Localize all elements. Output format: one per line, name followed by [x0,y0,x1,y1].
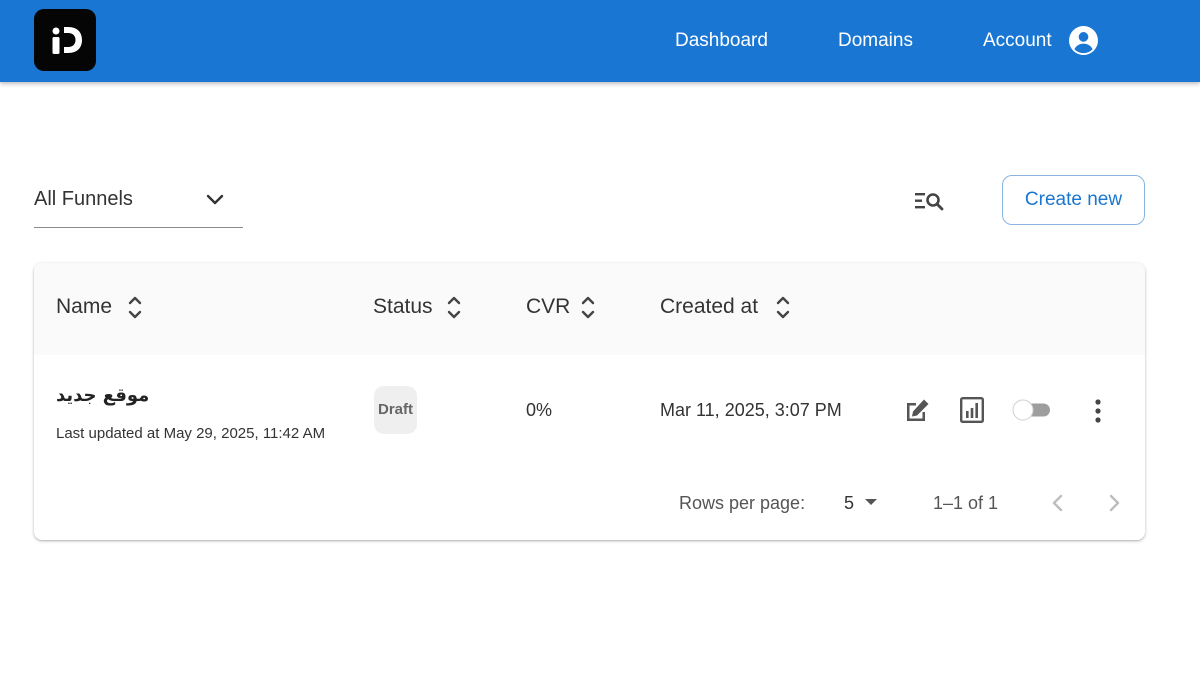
pagination-range: 1–1 of 1 [933,493,999,513]
funnel-last-updated: Last updated at May 29, 2025, 11:42 AM [56,425,326,442]
status-badge: Draft [374,386,417,434]
funnel-filter-value: All Funnels [34,188,133,210]
funnel-cvr: 0% [526,400,553,420]
chevron-right-icon[interactable] [1102,491,1126,515]
caret-down-icon [865,499,877,505]
column-header-cvr[interactable]: CVR [526,295,595,319]
sort-icon [447,296,461,319]
analytics-icon[interactable] [958,397,986,423]
rows-per-page-label: Rows per page: [679,493,806,513]
top-app-bar: Dashboard Domains Account [0,0,1200,82]
more-vert-icon[interactable] [1088,397,1108,425]
column-header-status[interactable]: Status [373,295,461,319]
column-header-created-at[interactable]: Created at [660,295,790,319]
sort-icon [776,296,790,319]
sort-icon [581,296,595,319]
sort-icon [128,296,142,319]
nav-dashboard[interactable]: Dashboard [675,28,768,54]
column-header-name[interactable]: Name [56,295,142,319]
table-pagination: Rows per page: 5 1–1 of 1 [34,489,1145,519]
chevron-left-icon[interactable] [1046,491,1070,515]
chevron-down-icon [206,194,224,205]
nav-account[interactable]: Account [983,28,1052,54]
list-search-icon[interactable] [910,185,948,217]
rows-per-page-select[interactable]: 5 [844,489,884,517]
funnels-table: Name Status CVR Created at موقع جديد Las… [34,263,1145,540]
logo-mark-icon [52,27,82,54]
funnel-name[interactable]: موقع جديد [56,385,149,406]
app-logo[interactable] [34,9,96,71]
rows-per-page-value: 5 [844,493,855,513]
nav-domains[interactable]: Domains [838,28,913,54]
table-header: Name Status CVR Created at [34,263,1145,355]
funnel-created-at: Mar 11, 2025, 3:07 PM [660,400,842,420]
account-circle-icon[interactable] [1069,26,1098,55]
table-row[interactable]: موقع جديد Last updated at May 29, 2025, … [34,355,1145,465]
publish-toggle-switch[interactable] [1010,397,1056,423]
edit-icon[interactable] [903,397,931,423]
create-new-button[interactable]: Create new [1002,175,1145,225]
funnel-filter-select[interactable]: All Funnels [34,180,243,228]
